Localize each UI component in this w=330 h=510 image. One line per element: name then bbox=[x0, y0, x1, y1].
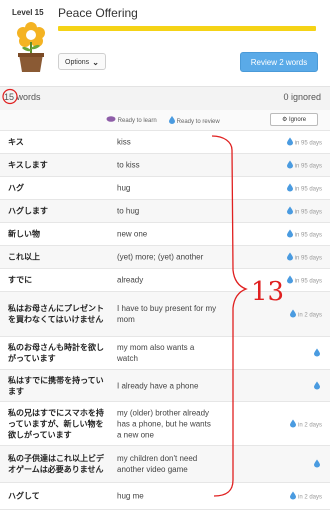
water-drop-icon bbox=[289, 309, 296, 318]
word-english: kiss bbox=[117, 137, 131, 147]
review-button[interactable]: Review 2 words bbox=[240, 52, 318, 72]
review-due-label: in 95 days bbox=[294, 209, 322, 216]
legend-bar: Ready to learn Ready to review ⚙ Ignore bbox=[0, 110, 330, 131]
word-row[interactable]: キスします to kiss in 95 days bbox=[0, 154, 330, 177]
options-button[interactable]: Options ⌄ bbox=[58, 53, 106, 70]
water-drop-icon bbox=[286, 160, 293, 169]
chevron-down-icon: ⌄ bbox=[92, 58, 99, 67]
red-circle-annotation bbox=[2, 88, 18, 105]
word-english: I already have a phone bbox=[117, 381, 199, 390]
word-english: my (older) brother already has a phone, … bbox=[117, 408, 211, 439]
legend-learn-label: Ready to learn bbox=[117, 118, 157, 124]
water-drop-icon bbox=[286, 206, 293, 215]
word-english: to hug bbox=[117, 206, 140, 216]
ignored-count: 0 ignored bbox=[283, 92, 321, 102]
word-japanese: 私の兄はすでにスマホを持っていますが、新しい物を欲しがっています bbox=[8, 408, 104, 439]
word-row[interactable]: 私の兄はすでにスマホを持っていますが、新しい物を欲しがっています my (olde… bbox=[0, 402, 330, 446]
water-drop-icon bbox=[286, 183, 293, 192]
review-due-label: in 2 days bbox=[297, 312, 322, 319]
word-row[interactable]: 私はすでに携帯を持っています I already have a phone bbox=[0, 370, 330, 402]
word-japanese: 私はお母さんにプレゼントを買わなくてはいけません bbox=[8, 304, 104, 324]
review-due bbox=[314, 381, 322, 390]
gear-icon: ⚙ bbox=[281, 117, 288, 123]
water-drop-icon bbox=[289, 419, 296, 427]
word-english: hug bbox=[117, 183, 131, 193]
review-due-label: in 95 days bbox=[294, 163, 322, 170]
word-japanese: これ以上 bbox=[8, 252, 40, 262]
word-english: my mom also wants a watch bbox=[117, 343, 195, 363]
water-drop-icon bbox=[314, 381, 320, 389]
flower-pot-icon bbox=[17, 22, 45, 72]
level-title: Peace Offering bbox=[58, 6, 138, 20]
review-due: in 95 days bbox=[286, 137, 322, 147]
water-drop-icon bbox=[286, 252, 293, 261]
review-due: in 2 days bbox=[289, 419, 322, 428]
word-japanese: 私はすでに携帯を持っています bbox=[8, 375, 104, 396]
review-due-label: in 2 days bbox=[297, 422, 322, 428]
review-due: in 2 days bbox=[289, 309, 322, 319]
water-drop-icon bbox=[289, 491, 296, 500]
ignore-button[interactable]: ⚙ Ignore bbox=[270, 113, 318, 126]
seed-icon bbox=[106, 116, 116, 122]
water-drop-icon bbox=[314, 348, 320, 357]
word-english: already bbox=[117, 275, 144, 285]
word-japanese: 私の子供達はこれ以上ビデオゲームは必要ありません bbox=[8, 454, 104, 474]
word-english: new one bbox=[117, 229, 148, 239]
word-english: (yet) more; (yet) another bbox=[117, 252, 204, 262]
options-label: Options bbox=[65, 59, 90, 66]
word-english: I have to buy present for my mom bbox=[117, 304, 217, 324]
review-due bbox=[314, 459, 322, 469]
word-english: to kiss bbox=[117, 160, 140, 170]
ignore-label: Ignore bbox=[289, 117, 307, 123]
word-row[interactable]: 私の子供達はこれ以上ビデオゲームは必要ありません my children don'… bbox=[0, 446, 330, 483]
review-due-label: in 95 days bbox=[294, 232, 322, 239]
word-row[interactable]: ハグして hug me in 2 days bbox=[0, 483, 330, 510]
water-drop-icon bbox=[169, 116, 175, 124]
review-due-label: in 95 days bbox=[294, 278, 322, 285]
word-row[interactable]: キス kiss in 95 days bbox=[0, 131, 330, 154]
word-list: キス kiss in 95 days キスします to kiss in 95 days ハグ… bbox=[0, 131, 330, 510]
word-japanese: キスします bbox=[8, 160, 48, 170]
water-drop-icon bbox=[314, 459, 320, 468]
word-row[interactable]: ハグします to hug in 95 days bbox=[0, 200, 330, 223]
level-label: Level 15 bbox=[12, 8, 44, 17]
level-progress-bar bbox=[58, 26, 316, 31]
word-row[interactable]: これ以上 (yet) more; (yet) another in 95 days bbox=[0, 246, 330, 269]
word-english: my children don't need another video gam… bbox=[117, 454, 198, 474]
word-row[interactable]: ハグ hug in 95 days bbox=[0, 177, 330, 200]
word-japanese: ハグ bbox=[8, 183, 24, 193]
word-japanese: 私のお母さんも時計を欲しがっています bbox=[8, 343, 104, 363]
review-due: in 95 days bbox=[286, 183, 322, 193]
water-drop-icon bbox=[286, 275, 293, 284]
legend-ready-learn: Ready to learn bbox=[106, 116, 157, 124]
review-due-label: in 95 days bbox=[294, 255, 322, 262]
word-row[interactable]: 新しい物 new one in 95 days bbox=[0, 223, 330, 246]
review-due-label: in 95 days bbox=[294, 140, 322, 147]
annotation-number: 13 bbox=[251, 277, 285, 307]
review-due-label: in 95 days bbox=[294, 186, 322, 193]
review-due: in 95 days bbox=[286, 275, 322, 285]
level-header: Level 15 Peace Offering Options ⌄ Review… bbox=[0, 0, 330, 87]
word-count-suffix: words bbox=[16, 92, 41, 102]
word-japanese: ハグします bbox=[8, 206, 48, 216]
word-row[interactable]: 私のお母さんも時計を欲しがっています my mom also wants a wa… bbox=[0, 337, 330, 370]
word-japanese: すでに bbox=[8, 275, 33, 285]
word-japanese: キス bbox=[8, 137, 24, 147]
word-summary-bar: 15 words 0 ignored bbox=[0, 86, 330, 111]
water-drop-icon bbox=[286, 137, 293, 146]
review-due: in 95 days bbox=[286, 252, 322, 262]
review-due: in 95 days bbox=[286, 229, 322, 239]
water-drop-icon bbox=[286, 229, 293, 238]
review-due bbox=[314, 348, 322, 358]
review-due: in 95 days bbox=[286, 160, 322, 170]
legend-review-label: Ready to review bbox=[176, 119, 220, 125]
review-due: in 95 days bbox=[286, 206, 322, 216]
legend-ready-review: Ready to review bbox=[169, 116, 220, 125]
word-japanese: 新しい物 bbox=[8, 229, 40, 239]
review-due: in 2 days bbox=[289, 491, 322, 501]
